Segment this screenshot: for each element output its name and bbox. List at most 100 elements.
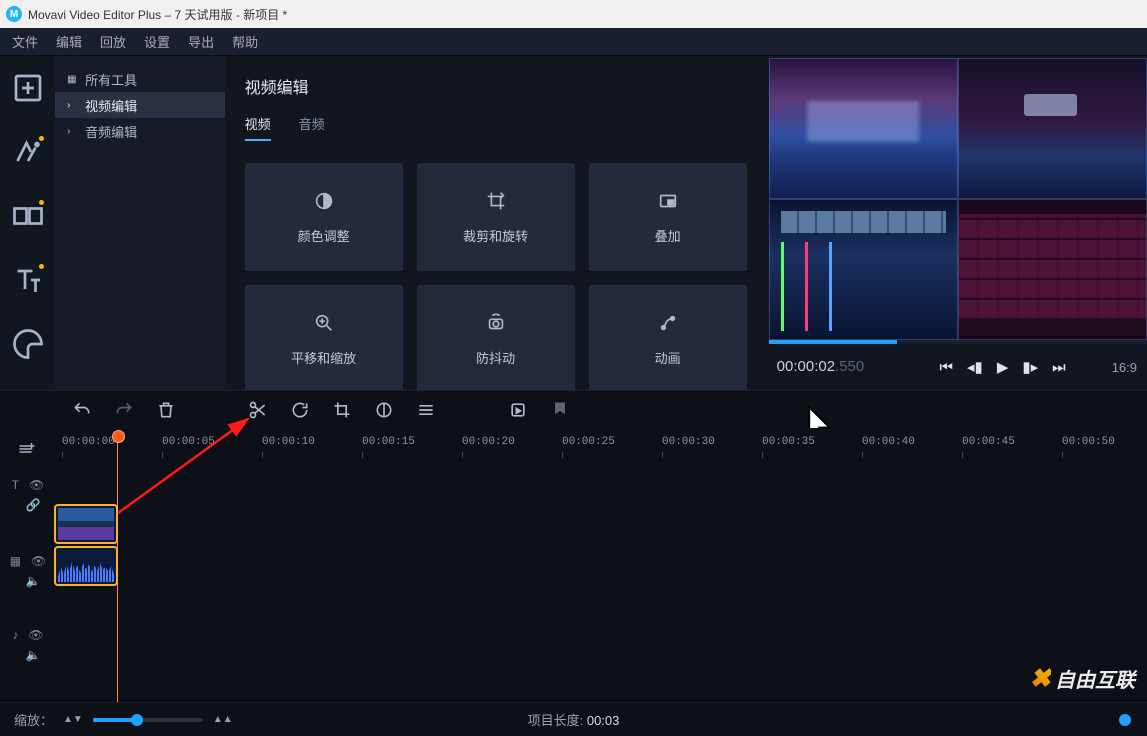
skip-end-icon[interactable]: ⏭ (1052, 359, 1066, 376)
ruler-tick: 00:00:00 (62, 436, 115, 448)
redo-button[interactable] (114, 400, 134, 420)
visibility-icon[interactable]: 👁 (31, 554, 46, 568)
category-audio-edit[interactable]: › 音频编辑 (55, 118, 224, 144)
status-bar: 缩放： ▲▼ ▲▲ 项目长度: 00:03 (0, 702, 1147, 736)
app-logo-icon: M (6, 6, 22, 22)
crop-rotate-icon (485, 190, 507, 212)
zoom-slider[interactable] (93, 718, 203, 722)
ruler-tick: 00:00:05 (162, 436, 215, 448)
preview-controls: 00:00:02.550 ⏮ ◂▮ ▶ ▮▸ ⏭ 16:9 (767, 344, 1147, 390)
category-video-edit[interactable]: › 视频编辑 (55, 92, 224, 118)
category-all-tools[interactable]: ▦ 所有工具 (55, 66, 224, 92)
menu-export[interactable]: 导出 (188, 32, 214, 51)
zoom-control: 缩放： ▲▼ ▲▲ (14, 710, 233, 729)
menu-file[interactable]: 文件 (12, 32, 38, 51)
skip-start-icon[interactable]: ⏮ (940, 359, 954, 376)
preview-aspect: 16:9 (1112, 360, 1137, 375)
menu-help[interactable]: 帮助 (232, 32, 258, 51)
preview-seekbar[interactable] (769, 340, 1147, 344)
window-titlebar: M Movavi Video Editor Plus – 7 天试用版 - 新项… (0, 0, 1147, 28)
ruler-tick: 00:00:30 (662, 436, 715, 448)
timeline-clip[interactable] (54, 504, 118, 586)
chevron-right-icon: › (67, 126, 77, 137)
zoom-out-icon[interactable]: ▲▼ (63, 714, 83, 725)
ruler-tick: 00:00:35 (762, 436, 815, 448)
menubar: 文件 编辑 回放 设置 导出 帮助 (0, 28, 1147, 56)
status-indicator-icon (1119, 714, 1131, 726)
tool-card-stabilize[interactable]: 防抖动 (417, 285, 575, 393)
track-type-text-icon: T (12, 478, 19, 492)
zoom-in-icon[interactable]: ▲▲ (213, 714, 233, 725)
undo-button[interactable] (72, 400, 92, 420)
tools-panel-title: 视频编辑 (245, 74, 747, 98)
timeline: 00:00:0000:00:0500:00:1000:00:1500:00:20… (0, 428, 1147, 702)
clip-audio-waveform (54, 546, 118, 586)
track-video-head: ▦ 👁 🔈 (6, 554, 50, 588)
titles-icon[interactable] (10, 262, 46, 298)
ruler-tick: 00:00:10 (262, 436, 315, 448)
mute-icon[interactable]: 🔈 (26, 648, 41, 662)
sidebar-iconstrip (0, 56, 55, 390)
clip-video-thumb (54, 504, 118, 544)
color-button[interactable] (374, 400, 394, 420)
tool-card-pan-zoom[interactable]: 平移和缩放 (245, 285, 403, 393)
frame-forward-icon[interactable]: ▮▸ (1022, 358, 1038, 376)
visibility-icon[interactable]: 👁 (29, 478, 44, 492)
tool-card-crop-rotate[interactable]: 裁剪和旋转 (417, 163, 575, 271)
mute-icon[interactable]: 🔈 (26, 574, 41, 588)
link-icon[interactable]: 🔗 (26, 498, 41, 512)
watermark: ✖ 自由互联 (1029, 663, 1135, 694)
track-text-head: T 👁 🔗 (6, 478, 50, 512)
delete-button[interactable] (156, 400, 176, 420)
watermark-logo-icon: ✖ (1029, 663, 1051, 694)
contrast-icon (313, 190, 335, 212)
tools-panel: 视频编辑 视频 音频 颜色调整 裁剪和旋转 叠加 平移和缩放 (225, 56, 767, 390)
window-title: Movavi Video Editor Plus – 7 天试用版 - 新项目 … (28, 6, 287, 23)
magnify-plus-icon (313, 312, 335, 334)
track-audio-head: ♪ 👁 🔈 (6, 628, 50, 662)
record-vo-button[interactable] (508, 400, 528, 420)
camera-stabilize-icon (485, 312, 507, 334)
transitions-icon[interactable] (10, 198, 46, 234)
ruler-tick: 00:00:45 (962, 436, 1015, 448)
import-media-icon[interactable] (10, 70, 46, 106)
tool-card-animation[interactable]: 动画 (589, 285, 747, 393)
clip-properties-button[interactable] (416, 400, 436, 420)
track-type-video-icon: ▦ (10, 554, 21, 568)
category-list: ▦ 所有工具 › 视频编辑 › 音频编辑 (55, 56, 224, 390)
menu-settings[interactable]: 设置 (144, 32, 170, 51)
crop-button[interactable] (332, 400, 352, 420)
stickers-icon[interactable] (10, 326, 46, 362)
menu-edit[interactable]: 编辑 (56, 32, 82, 51)
ruler-tick: 00:00:15 (362, 436, 415, 448)
tools-tabs: 视频 音频 (245, 114, 747, 141)
ruler-tick: 00:00:50 (1062, 436, 1115, 448)
tab-video[interactable]: 视频 (245, 114, 271, 141)
tool-card-color-adjust[interactable]: 颜色调整 (245, 163, 403, 271)
ruler-tick: 00:00:25 (562, 436, 615, 448)
filters-icon[interactable] (10, 134, 46, 170)
timeline-toolbar (0, 390, 1147, 428)
tab-audio[interactable]: 音频 (299, 114, 325, 141)
timeline-tracks[interactable] (54, 466, 1147, 702)
tool-card-overlay[interactable]: 叠加 (589, 163, 747, 271)
rotate-button[interactable] (290, 400, 310, 420)
frame-back-icon[interactable]: ◂▮ (967, 358, 983, 376)
project-length: 项目长度: 00:03 (528, 710, 620, 729)
marker-button[interactable] (550, 400, 570, 420)
timeline-ruler[interactable]: 00:00:0000:00:0500:00:1000:00:1500:00:20… (54, 436, 1147, 462)
split-button[interactable] (248, 400, 268, 420)
add-track-button[interactable] (18, 440, 36, 463)
main-content: ▦ 所有工具 › 视频编辑 › 音频编辑 视频编辑 视频 音频 颜色调整 裁剪和… (0, 56, 1147, 390)
play-icon[interactable]: ▶ (997, 358, 1009, 376)
visibility-icon[interactable]: 👁 (28, 628, 43, 642)
preview-timecode: 00:00:02.550 (777, 358, 865, 376)
preview-viewport[interactable] (769, 58, 1147, 340)
overlay-icon (657, 190, 679, 212)
menu-playback[interactable]: 回放 (100, 32, 126, 51)
chevron-right-icon: › (67, 100, 77, 111)
ruler-tick: 00:00:40 (862, 436, 915, 448)
preview-pane: 00:00:02.550 ⏮ ◂▮ ▶ ▮▸ ⏭ 16:9 (767, 56, 1147, 390)
track-type-audio-icon: ♪ (12, 628, 18, 642)
grid-icon: ▦ (67, 74, 77, 85)
